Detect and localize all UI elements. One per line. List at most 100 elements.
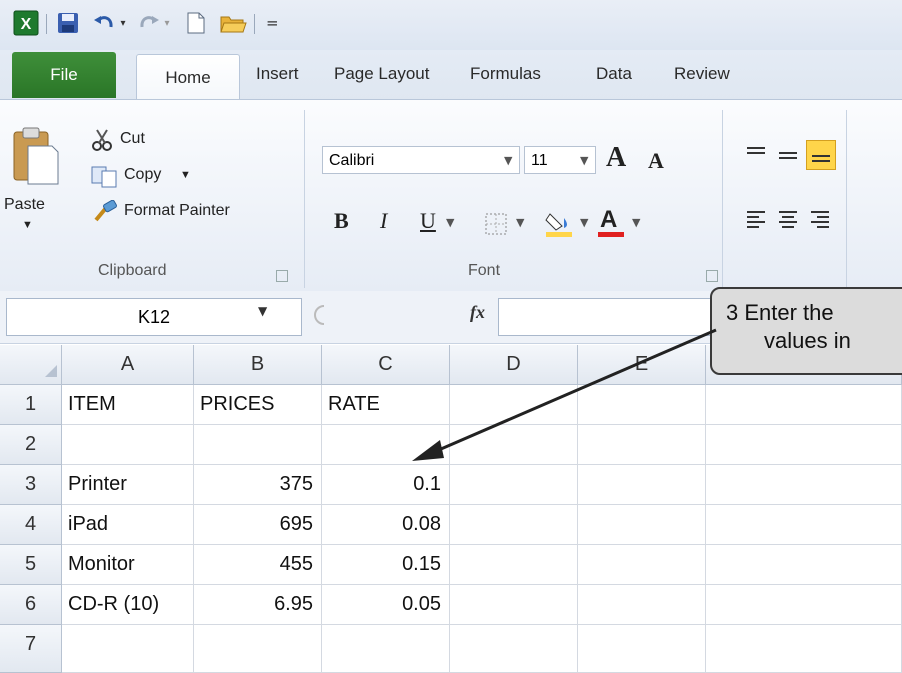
column-header-e[interactable]: E [578,345,706,385]
save-icon[interactable] [54,10,82,36]
align-left-icon[interactable] [744,208,768,236]
cell-b5[interactable]: 455 [194,545,322,585]
cell-b7[interactable] [194,625,322,673]
cell-e4[interactable] [578,505,706,545]
align-bottom-icon[interactable] [806,140,836,170]
cell-b2[interactable] [194,425,322,465]
undo-icon[interactable] [90,10,118,36]
cell-d3[interactable] [450,465,578,505]
tab-review[interactable]: Review [674,62,730,86]
cell-c7[interactable] [322,625,450,673]
underline-dropdown-icon[interactable]: ▼ [446,216,454,229]
cell-f2[interactable] [706,425,902,465]
cell-a5[interactable]: Monitor [62,545,194,585]
cell-c5[interactable]: 0.15 [322,545,450,585]
align-right-icon[interactable] [808,208,832,236]
cell-d4[interactable] [450,505,578,545]
tab-insert[interactable]: Insert [256,62,299,86]
redo-dropdown-icon[interactable]: ▾ [160,10,174,36]
cell-f7[interactable] [706,625,902,673]
cell-a2[interactable] [62,425,194,465]
cell-d2[interactable] [450,425,578,465]
row-header-5[interactable]: 5 [0,545,62,585]
excel-logo-icon[interactable]: X [12,10,40,36]
cell-e6[interactable] [578,585,706,625]
row-header-7[interactable]: 7 [0,625,62,673]
redo-icon[interactable] [136,10,162,36]
cell-d1[interactable] [450,385,578,425]
cell-e7[interactable] [578,625,706,673]
row-header-4[interactable]: 4 [0,505,62,545]
cell-d5[interactable] [450,545,578,585]
font-name-combo[interactable]: Calibri [322,146,520,174]
cell-e1[interactable] [578,385,706,425]
cell-f1[interactable] [706,385,902,425]
tab-data[interactable]: Data [596,62,632,86]
cell-a6[interactable]: CD-R (10) [62,585,194,625]
font-color-dropdown-icon[interactable]: ▼ [632,216,640,229]
name-box-dropdown-icon[interactable]: ▼ [258,304,267,318]
row-header-6[interactable]: 6 [0,585,62,625]
cell-e3[interactable] [578,465,706,505]
cell-f3[interactable] [706,465,902,505]
cell-e5[interactable] [578,545,706,585]
cell-a3[interactable]: Printer [62,465,194,505]
clipboard-launcher-icon[interactable] [276,270,288,282]
fill-color-icon[interactable] [544,208,574,242]
cell-c3[interactable]: 0.1 [322,465,450,505]
cell-b1[interactable]: PRICES [194,385,322,425]
select-all-corner[interactable] [0,345,62,385]
align-center-icon[interactable] [776,208,800,236]
cell-c1[interactable]: RATE [322,385,450,425]
column-header-a[interactable]: A [62,345,194,385]
column-header-b[interactable]: B [194,345,322,385]
tab-home[interactable]: Home [136,54,240,101]
column-header-c[interactable]: C [322,345,450,385]
font-name-dropdown-icon[interactable]: ▼ [504,154,512,167]
fx-label[interactable]: fx [470,302,485,323]
format-painter-button[interactable]: Format Painter [90,200,290,226]
cell-a1[interactable]: ITEM [62,385,194,425]
cell-d6[interactable] [450,585,578,625]
tab-formulas[interactable]: Formulas [470,62,541,86]
open-folder-icon[interactable] [218,10,248,36]
paste-button[interactable]: Paste ▼ [4,118,62,248]
tab-file[interactable]: File [12,52,116,98]
font-size-dropdown-icon[interactable]: ▼ [580,154,588,167]
cell-f4[interactable] [706,505,902,545]
border-dropdown-icon[interactable]: ▼ [516,216,524,229]
column-header-d[interactable]: D [450,345,578,385]
tab-page-layout[interactable]: Page Layout [334,62,429,86]
cell-c6[interactable]: 0.05 [322,585,450,625]
cell-d7[interactable] [450,625,578,673]
copy-button[interactable]: Copy ▼ [90,164,230,190]
new-document-icon[interactable] [182,10,210,36]
cell-e2[interactable] [578,425,706,465]
cell-b3[interactable]: 375 [194,465,322,505]
row-header-3[interactable]: 3 [0,465,62,505]
bold-icon[interactable]: B [334,208,349,234]
fill-color-dropdown-icon[interactable]: ▼ [580,216,588,229]
font-color-icon[interactable]: A [596,206,626,238]
cut-button[interactable]: Cut [90,128,210,154]
font-launcher-icon[interactable] [706,270,718,282]
align-middle-icon[interactable] [776,144,800,170]
row-header-2[interactable]: 2 [0,425,62,465]
row-header-1[interactable]: 1 [0,385,62,425]
function-wizard-icon[interactable] [312,302,336,328]
cell-a4[interactable]: iPad [62,505,194,545]
cell-b6[interactable]: 6.95 [194,585,322,625]
italic-icon[interactable]: I [380,208,387,234]
cell-c4[interactable]: 0.08 [322,505,450,545]
cell-a7[interactable] [62,625,194,673]
undo-dropdown-icon[interactable]: ▾ [116,10,130,36]
cell-f5[interactable] [706,545,902,585]
grow-font-icon[interactable]: A [606,142,626,174]
align-top-icon[interactable] [744,144,768,170]
cell-b4[interactable]: 695 [194,505,322,545]
customize-qat-icon[interactable]: = [266,10,279,36]
border-icon[interactable] [484,212,510,240]
cell-c2[interactable] [322,425,450,465]
underline-icon[interactable]: U [420,208,436,234]
shrink-font-icon[interactable]: A [648,148,664,174]
